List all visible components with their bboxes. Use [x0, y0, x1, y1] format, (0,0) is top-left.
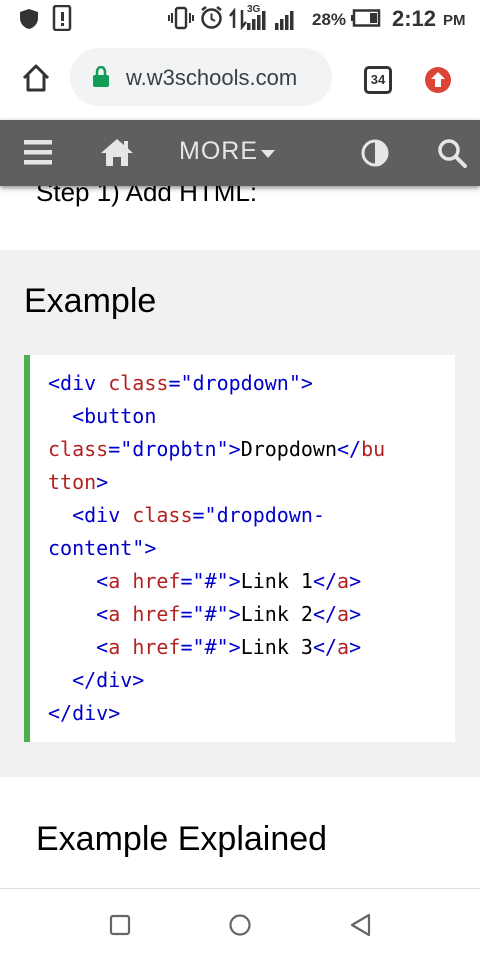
lock-icon	[93, 66, 109, 87]
url-text: w.w3schools.com	[126, 65, 298, 90]
code-token: a	[108, 569, 133, 593]
clock-suffix: PM	[443, 12, 466, 29]
signal-icon	[247, 11, 294, 30]
code-token: <	[48, 602, 109, 626]
code-line: <a href="#">Link 2</a>	[48, 598, 385, 631]
code-token: Link 3	[240, 635, 313, 659]
code-token: >	[228, 437, 241, 461]
code-token: ="#"	[180, 569, 229, 593]
code-token: class	[108, 371, 169, 395]
code-line: </div>	[48, 664, 385, 697]
code-token: ="dropbtn"	[108, 437, 229, 461]
code-line: <div class="dropdown">	[48, 367, 385, 400]
contrast-toggle-icon[interactable]	[361, 139, 389, 167]
battery-icon	[351, 9, 381, 27]
code-token: >	[300, 371, 313, 395]
code-token: Dropdown	[240, 437, 338, 461]
sim-alert-icon	[52, 5, 72, 31]
shield-icon	[20, 9, 38, 29]
step-heading: Step 1) Add HTML:	[36, 186, 258, 207]
code-token: <button	[48, 404, 157, 428]
code-token: a	[337, 569, 350, 593]
vibrate-icon	[168, 6, 194, 30]
home-nav-icon[interactable]	[100, 137, 134, 167]
example-explained-heading: Example Explained	[36, 820, 328, 858]
code-token: >	[228, 602, 241, 626]
code-token: <div	[48, 503, 133, 527]
code-token: href	[132, 602, 181, 626]
alarm-icon	[201, 6, 222, 29]
code-line: <a href="#">Link 1</a>	[48, 565, 385, 598]
code-line: <button	[48, 400, 385, 433]
search-icon[interactable]	[437, 138, 467, 168]
code-token: content"	[48, 536, 145, 560]
browser-toolbar: w.w3schools.com 34	[0, 38, 480, 120]
status-bar: 3G 28% 2:12 PM	[0, 0, 480, 38]
code-token: >	[349, 602, 362, 626]
code-token: a	[108, 602, 133, 626]
code-token: class	[48, 437, 109, 461]
code-token: </div>	[48, 701, 121, 725]
clock-time: 2:12	[392, 6, 437, 31]
page-content: Step 1) Add HTML: Example <div class="dr…	[0, 186, 480, 888]
code-line: </div>	[48, 697, 385, 730]
code-token: class	[132, 503, 193, 527]
address-bar[interactable]: w.w3schools.com	[70, 48, 332, 106]
code-token: </	[312, 635, 338, 659]
battery-percent: 28%	[312, 10, 347, 29]
example-section: Example <div class="dropdown"> <button cl…	[0, 250, 480, 777]
code-example-box: <div class="dropdown"> <button class="dro…	[24, 355, 455, 742]
code-token: bu	[361, 437, 386, 461]
tab-switcher-button[interactable]: 34	[364, 66, 392, 94]
back-triangle-icon[interactable]	[349, 913, 373, 937]
code-line: <a href="#">Link 3</a>	[48, 631, 385, 664]
code-token: >	[96, 470, 109, 494]
code-token: >	[349, 635, 362, 659]
code-line: class="dropbtn">Dropdown</bu	[48, 433, 385, 466]
code-token: <	[48, 635, 109, 659]
code-token: a	[337, 602, 350, 626]
w3-top-nav: MORE	[0, 120, 480, 186]
code-line: tton>	[48, 466, 385, 499]
code-token: Link 1	[240, 569, 313, 593]
code-token: >	[349, 569, 362, 593]
hamburger-menu-icon[interactable]	[24, 138, 52, 166]
system-nav-bar	[0, 888, 480, 960]
code-token: <div	[48, 371, 109, 395]
code-line: content">	[48, 532, 385, 565]
code-token: ="#"	[180, 635, 229, 659]
code-token: </	[337, 437, 362, 461]
code-block: <div class="dropdown"> <button class="dro…	[48, 367, 385, 730]
recents-square-icon[interactable]	[109, 914, 131, 936]
code-token: </	[312, 569, 338, 593]
code-token: </div>	[48, 668, 145, 692]
code-token: href	[132, 569, 181, 593]
code-token: >	[228, 569, 241, 593]
code-token: >	[228, 635, 241, 659]
example-heading: Example	[24, 282, 157, 320]
code-token: tton	[48, 470, 97, 494]
code-token: Link 2	[240, 602, 313, 626]
home-circle-icon[interactable]	[228, 913, 252, 937]
data-arrows-icon	[229, 8, 247, 30]
home-icon[interactable]	[21, 63, 51, 93]
code-token: </	[312, 602, 338, 626]
code-token: ="#"	[180, 602, 229, 626]
code-token: ="dropdown-	[192, 503, 325, 527]
code-token: <	[48, 569, 109, 593]
update-available-icon[interactable]	[424, 66, 452, 94]
code-token: a	[108, 635, 133, 659]
code-line: <div class="dropdown-	[48, 499, 385, 532]
code-token: ="dropdown"	[168, 371, 301, 395]
chevron-down-icon	[261, 150, 275, 158]
more-menu-button[interactable]: MORE	[179, 137, 258, 166]
code-token: a	[337, 635, 350, 659]
code-token: href	[132, 635, 181, 659]
code-token: >	[144, 536, 157, 560]
